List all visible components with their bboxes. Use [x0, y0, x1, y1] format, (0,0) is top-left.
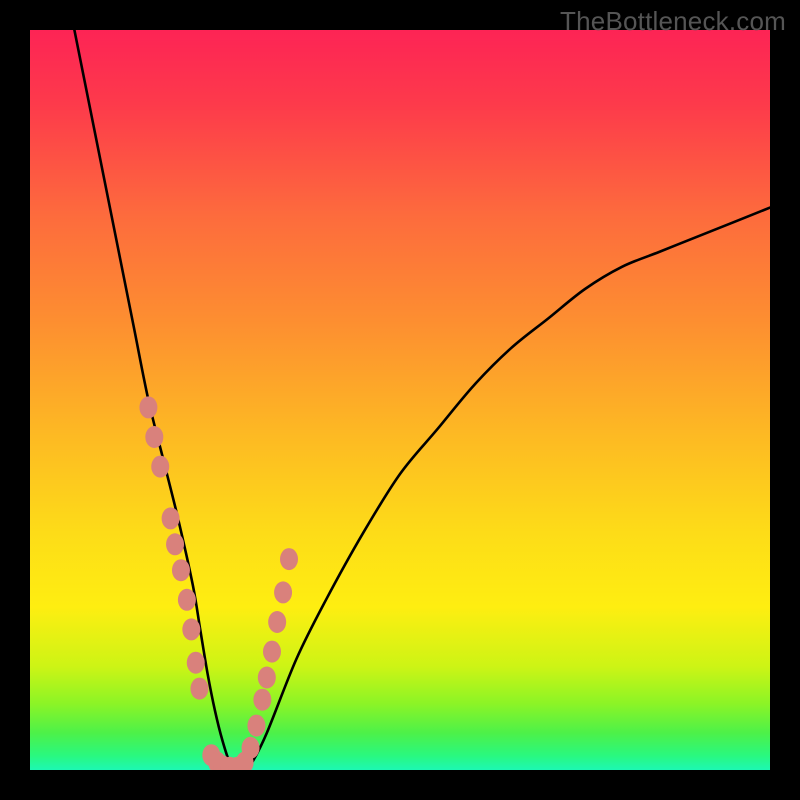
highlight-marker — [178, 589, 196, 611]
watermark-text: TheBottleneck.com — [560, 6, 786, 37]
highlight-marker — [172, 559, 190, 581]
highlight-marker — [263, 641, 281, 663]
highlight-marker — [190, 678, 208, 700]
highlight-marker — [145, 426, 163, 448]
highlight-marker — [139, 396, 157, 418]
highlight-marker — [258, 667, 276, 689]
bottleneck-curve-path — [74, 30, 770, 770]
highlight-marker — [268, 611, 286, 633]
highlight-marker — [162, 507, 180, 529]
plot-area — [30, 30, 770, 770]
highlight-marker — [166, 533, 184, 555]
highlight-marker — [242, 737, 260, 759]
highlight-marker — [187, 652, 205, 674]
highlight-marker — [280, 548, 298, 570]
highlight-marker — [253, 689, 271, 711]
highlight-marker — [274, 581, 292, 603]
chart-frame: TheBottleneck.com — [0, 0, 800, 800]
highlight-marker — [247, 715, 265, 737]
curve-layer — [30, 30, 770, 770]
highlight-marker — [182, 618, 200, 640]
highlight-marker — [151, 456, 169, 478]
